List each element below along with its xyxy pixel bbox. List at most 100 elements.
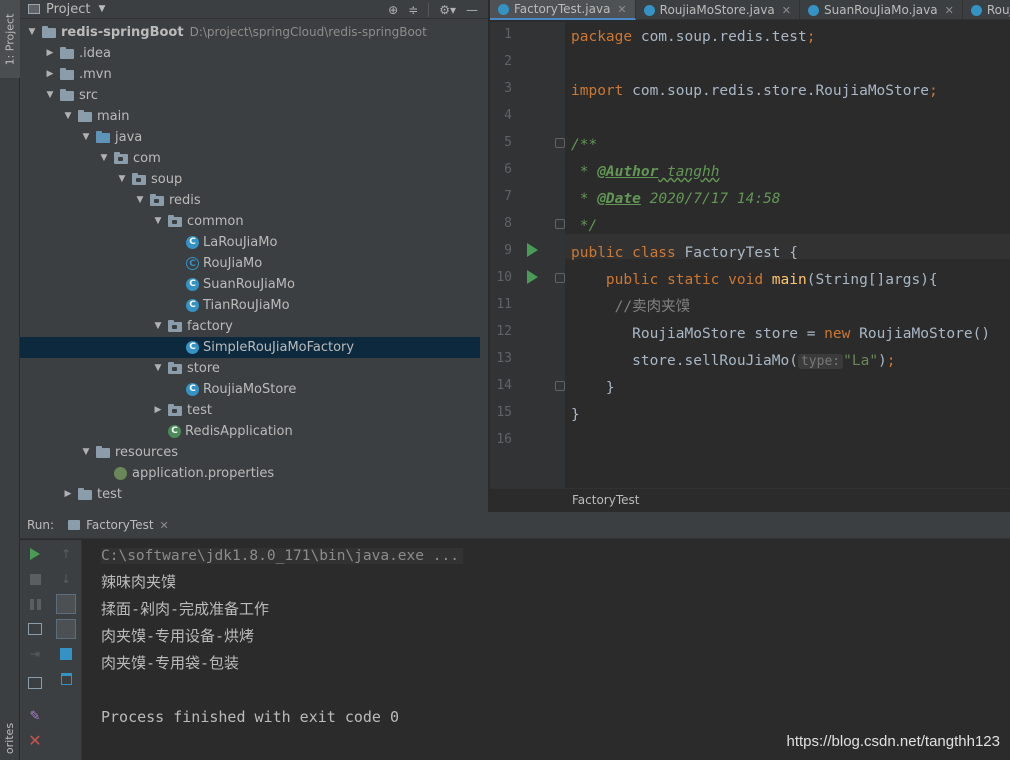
tree-item-redisapplication[interactable]: C RedisApplication <box>20 421 480 442</box>
tree-item-com[interactable]: ▼ com <box>20 148 480 169</box>
package-icon <box>168 403 182 416</box>
tab-factorytest[interactable]: FactoryTest.java ✕ <box>490 0 636 20</box>
tree-item-factory[interactable]: ▼ factory <box>20 316 480 337</box>
folder-icon <box>60 46 74 59</box>
collapsed-arrow-icon[interactable]: ▶ <box>44 64 56 85</box>
tree-item-test[interactable]: ▶ test <box>20 400 480 421</box>
expanded-arrow-icon[interactable]: ▼ <box>62 106 74 127</box>
chevron-down-icon: ▼ <box>98 4 106 14</box>
expanded-arrow-icon[interactable]: ▼ <box>98 148 110 169</box>
tree-item-mvn[interactable]: ▶ .mvn <box>20 64 480 85</box>
clear-all-button[interactable] <box>56 669 76 689</box>
soft-wrap-toggle[interactable] <box>56 594 76 614</box>
tree-item-soup[interactable]: ▼ soup <box>20 169 480 190</box>
expanded-arrow-icon[interactable]: ▼ <box>44 85 56 106</box>
tree-item-resources[interactable]: ▼ resources <box>20 442 480 463</box>
expanded-arrow-icon[interactable]: ▼ <box>26 22 38 43</box>
close-icon[interactable]: ✕ <box>160 519 169 532</box>
package-icon <box>168 361 182 374</box>
tree-item-redis-springboot[interactable]: ▼ redis-springBoot D:\project\springCloud\… <box>20 22 480 43</box>
tree-item-suanroujiamo[interactable]: C SuanRouJiaMo <box>20 274 480 295</box>
class-icon: C <box>186 383 199 396</box>
breadcrumb-bar: FactoryTest <box>490 488 1010 512</box>
tab-roujiamostore[interactable]: RoujiaMoStore.java ✕ <box>636 0 800 20</box>
expanded-arrow-icon[interactable]: ▼ <box>152 211 164 232</box>
java-command[interactable]: C:\software\jdk1.8.0_171\bin\java.exe ..… <box>101 548 463 564</box>
console-line: C:\software\jdk1.8.0_171\bin\java.exe ..… <box>101 542 463 569</box>
scroll-down-button[interactable]: ↓ <box>56 569 76 589</box>
tree-item-src[interactable]: ▼ src <box>20 85 480 106</box>
expanded-arrow-icon[interactable]: ▼ <box>116 169 128 190</box>
code-line: * @Author tanghh <box>571 164 720 180</box>
layout-button[interactable] <box>25 673 45 693</box>
collapse-all-icon[interactable]: ≑ <box>408 3 418 17</box>
tree-item-simpleroujiamofactory[interactable]: C SimpleRouJiaMoFactory <box>20 337 480 358</box>
run-tab-factorytest[interactable]: FactoryTest ✕ <box>68 518 169 532</box>
run-main-icon[interactable] <box>527 270 538 284</box>
close-icon[interactable]: ✕ <box>617 3 626 16</box>
gear-icon[interactable]: ⚙▾ <box>439 3 456 17</box>
tree-item-label: .idea <box>79 46 111 61</box>
project-icon <box>28 4 40 14</box>
tree-item-store[interactable]: ▼ store <box>20 358 480 379</box>
pause-button[interactable] <box>25 594 45 614</box>
tree-item-application-properties[interactable]: application.properties <box>20 463 480 484</box>
fold-icon[interactable] <box>555 381 565 391</box>
hide-icon[interactable]: — <box>466 3 478 17</box>
exit-button[interactable]: ⇥ <box>25 644 45 664</box>
tree-item-main[interactable]: ▼ main <box>20 106 480 127</box>
camera-icon <box>28 623 42 635</box>
tree-item-label: SuanRouJiaMo <box>203 277 295 292</box>
code-area[interactable]: package com.soup.redis.test; import com.… <box>565 22 1010 488</box>
tree-item-redis[interactable]: ▼ redis <box>20 190 480 211</box>
collapsed-arrow-icon[interactable]: ▶ <box>62 484 74 505</box>
tree-item-label: RouJiaMo <box>203 256 263 271</box>
project-view-selector[interactable]: Project ▼ <box>20 2 105 17</box>
tree-item-tianroujiamo[interactable]: C TianRouJiaMo <box>20 295 480 316</box>
expanded-arrow-icon[interactable]: ▼ <box>152 358 164 379</box>
fold-icon[interactable] <box>555 138 565 148</box>
spring-class-icon: C <box>168 425 181 438</box>
tree-item-roujiamostore[interactable]: C RoujiaMoStore <box>20 379 480 400</box>
tab-rouj[interactable]: RouJ <box>963 0 1010 20</box>
tree-item-common[interactable]: ▼ common <box>20 211 480 232</box>
fold-icon[interactable] <box>555 219 565 229</box>
project-tool-tab[interactable]: 1: Project <box>0 0 20 78</box>
collapsed-arrow-icon[interactable]: ▶ <box>44 43 56 64</box>
close-run-button[interactable]: ✕ <box>25 730 45 750</box>
stop-button[interactable] <box>25 569 45 589</box>
tree-item-java[interactable]: ▼ java <box>20 127 480 148</box>
class-icon: C <box>186 299 199 312</box>
tab-suanroujiamo[interactable]: SuanRouJiaMo.java ✕ <box>800 0 963 20</box>
scroll-to-end-toggle[interactable] <box>56 619 76 639</box>
project-header: Project ▼ ⊕ ≑ ⚙▾ — <box>20 0 488 19</box>
close-icon[interactable]: ✕ <box>945 4 954 17</box>
tree-item-roujiamo[interactable]: C RouJiaMo <box>20 253 480 274</box>
editor-tab-bar: FactoryTest.java ✕ RoujiaMoStore.java ✕ … <box>490 0 1010 20</box>
pin-button[interactable]: ✎ <box>25 706 45 726</box>
print-button[interactable] <box>56 644 76 664</box>
resources-folder-icon <box>96 445 110 458</box>
code-line: /** <box>571 137 598 153</box>
dump-threads-button[interactable] <box>25 619 45 639</box>
scroll-from-source-icon[interactable]: ⊕ <box>388 3 398 17</box>
expanded-arrow-icon[interactable]: ▼ <box>80 127 92 148</box>
line-number: 13 <box>496 351 512 366</box>
tree-item-test[interactable]: ▶ test <box>20 484 480 505</box>
fold-icon[interactable] <box>555 273 565 283</box>
collapsed-arrow-icon[interactable]: ▶ <box>152 400 164 421</box>
tree-item-idea[interactable]: ▶ .idea <box>20 43 480 64</box>
expanded-arrow-icon[interactable]: ▼ <box>80 442 92 463</box>
close-icon[interactable]: ✕ <box>782 4 791 17</box>
rerun-button[interactable] <box>25 544 45 564</box>
run-toolbar-primary: ⇥ ✎ ✕ <box>20 540 50 760</box>
scroll-up-button[interactable]: ↑ <box>56 544 76 564</box>
project-toolbar: ⊕ ≑ ⚙▾ — <box>388 0 478 19</box>
expanded-arrow-icon[interactable]: ▼ <box>152 316 164 337</box>
breadcrumb[interactable]: FactoryTest <box>572 493 639 507</box>
expanded-arrow-icon[interactable]: ▼ <box>134 190 146 211</box>
favorites-tool-tab[interactable]: orites <box>0 716 20 760</box>
run-class-icon[interactable] <box>527 243 538 257</box>
tree-item-laroujiamo[interactable]: C LaRouJiaMo <box>20 232 480 253</box>
console-output[interactable]: C:\software\jdk1.8.0_171\bin\java.exe ..… <box>95 542 1005 760</box>
